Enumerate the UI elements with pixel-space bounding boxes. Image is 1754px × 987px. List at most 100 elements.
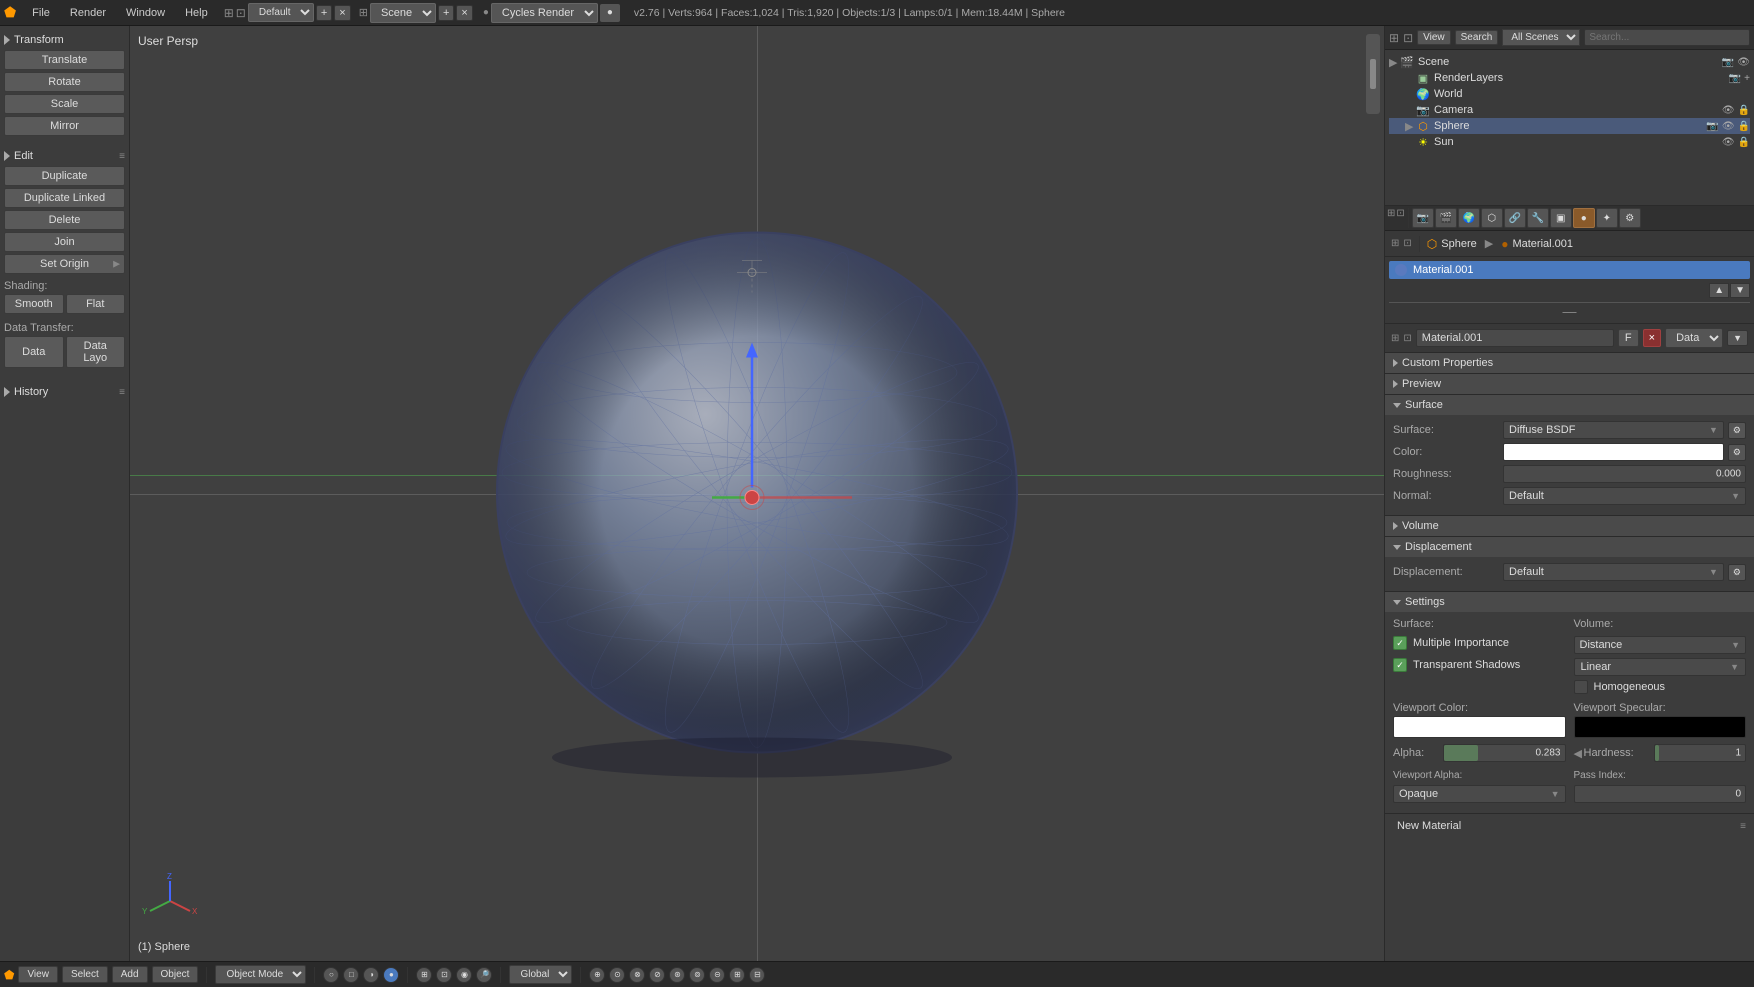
mat-f-button[interactable]: F <box>1618 329 1639 347</box>
select-menu-btn[interactable]: Select <box>62 966 108 983</box>
viewport-alpha-value[interactable]: Opaque <box>1393 785 1566 803</box>
outliner-search-btn[interactable]: Search <box>1455 30 1499 45</box>
set-origin-button[interactable]: Set Origin ▶ <box>4 254 125 274</box>
physics-props-btn[interactable]: ⚙ <box>1619 208 1641 228</box>
transform-header[interactable]: Transform <box>4 34 125 46</box>
data-button[interactable]: Data <box>4 336 64 368</box>
shading-tex-btn[interactable]: ◑ <box>363 967 379 983</box>
join-button[interactable]: Join <box>4 232 125 252</box>
viewport-color-box[interactable] <box>1393 716 1566 738</box>
workspace-close[interactable]: × <box>334 5 350 21</box>
hardness-slider[interactable]: 1 <box>1654 744 1747 762</box>
viewport-specular-box[interactable] <box>1574 716 1747 738</box>
alpha-slider[interactable]: 0.283 <box>1443 744 1566 762</box>
homogeneous-checkbox[interactable] <box>1574 680 1588 694</box>
scene-selector[interactable]: Scene <box>370 3 436 23</box>
overlay-btn2[interactable]: ⊡ <box>436 967 452 983</box>
shading-mat-btn[interactable]: ● <box>383 967 399 983</box>
overlay-btn4[interactable]: 🔎 <box>476 967 492 983</box>
linear-value[interactable]: Linear ▼ <box>1574 658 1747 676</box>
mat-data-select[interactable]: Data <box>1665 328 1723 348</box>
snap-btn8[interactable]: ⊞ <box>729 967 745 983</box>
snap-btn7[interactable]: ⊝ <box>709 967 725 983</box>
tree-item-camera[interactable]: 📷 Camera 👁 🔒 <box>1389 102 1750 118</box>
snap-btn1[interactable]: ⊕ <box>589 967 605 983</box>
menu-render[interactable]: Render <box>62 5 114 21</box>
snap-btn5[interactable]: ⊛ <box>669 967 685 983</box>
object-props-btn[interactable]: ⬡ <box>1481 208 1503 228</box>
material-list-item[interactable]: Material.001 <box>1389 261 1750 279</box>
snap-btn2[interactable]: ⊙ <box>609 967 625 983</box>
history-header[interactable]: History ≡ <box>4 386 125 398</box>
multiple-importance-checkbox[interactable] <box>1393 636 1407 650</box>
modifier-props-btn[interactable]: 🔧 <box>1527 208 1549 228</box>
data-layo-button[interactable]: Data Layo <box>66 336 126 368</box>
breadcrumb-sphere-name[interactable]: Sphere <box>1441 238 1476 250</box>
mat-x-button[interactable]: × <box>1643 329 1661 347</box>
mat-list-scroll-down[interactable]: ▼ <box>1730 283 1750 298</box>
new-material-header[interactable]: New Material ≡ <box>1393 820 1746 832</box>
flat-button[interactable]: Flat <box>66 294 126 314</box>
menu-window[interactable]: Window <box>118 5 173 21</box>
snap-btn6[interactable]: ⊚ <box>689 967 705 983</box>
object-menu-btn[interactable]: Object <box>152 966 199 983</box>
new-mat-menu[interactable]: ≡ <box>1740 821 1746 832</box>
smooth-button[interactable]: Smooth <box>4 294 64 314</box>
snap-btn3[interactable]: ⊗ <box>629 967 645 983</box>
material-props-btn[interactable]: ● <box>1573 208 1595 228</box>
surface-type-value[interactable]: Diffuse BSDF <box>1503 421 1724 439</box>
volume-header[interactable]: Volume <box>1385 516 1754 536</box>
menu-help[interactable]: Help <box>177 5 216 21</box>
data-props-btn[interactable]: ▣ <box>1550 208 1572 228</box>
outliner-view-btn[interactable]: View <box>1417 30 1451 45</box>
particles-props-btn[interactable]: ✦ <box>1596 208 1618 228</box>
history-menu-icon[interactable]: ≡ <box>119 387 125 398</box>
displacement-header[interactable]: Displacement <box>1385 537 1754 557</box>
normal-value[interactable]: Default <box>1503 487 1746 505</box>
surface-settings-icon[interactable]: ⚙ <box>1728 422 1746 439</box>
mat-arrow-btn[interactable]: ▼ <box>1727 330 1748 346</box>
color-value[interactable] <box>1503 443 1724 461</box>
tree-item-renderlayers[interactable]: ▣ RenderLayers 📷 + <box>1389 70 1750 86</box>
render-engine[interactable]: Cycles Render <box>491 3 598 23</box>
rotate-button[interactable]: Rotate <box>4 72 125 92</box>
viewport[interactable]: User Persp <box>130 26 1384 961</box>
world-props-btn[interactable]: 🌍 <box>1458 208 1480 228</box>
shading-solid-btn[interactable]: ○ <box>323 967 339 983</box>
settings-header[interactable]: Settings <box>1385 592 1754 612</box>
outliner-dropdown[interactable]: All Scenes <box>1502 29 1580 46</box>
add-menu-btn[interactable]: Add <box>112 966 148 983</box>
breadcrumb-mat-name[interactable]: Material.001 <box>1512 238 1573 250</box>
scene-props-btn[interactable]: 🎬 <box>1435 208 1457 228</box>
edit-menu-icon[interactable]: ≡ <box>119 151 125 162</box>
workspace-selector[interactable]: Default <box>248 3 314 22</box>
tree-item-sun[interactable]: ☀ Sun 👁 🔒 <box>1389 134 1750 150</box>
tree-item-world[interactable]: 🌍 World <box>1389 86 1750 102</box>
mode-selector[interactable]: Object Mode <box>215 965 306 984</box>
menu-file[interactable]: File <box>24 5 58 21</box>
disp-settings-icon[interactable]: ⚙ <box>1728 564 1746 581</box>
overlay-btn3[interactable]: ◉ <box>456 967 472 983</box>
custom-props-header[interactable]: Custom Properties <box>1385 353 1754 373</box>
snap-btn9[interactable]: ⊟ <box>749 967 765 983</box>
displacement-value[interactable]: Default <box>1503 563 1724 581</box>
scale-button[interactable]: Scale <box>4 94 125 114</box>
surface-header[interactable]: Surface <box>1385 395 1754 415</box>
roughness-slider[interactable]: 0.000 <box>1503 465 1746 483</box>
delete-button[interactable]: Delete <box>4 210 125 230</box>
transparent-shadows-checkbox[interactable] <box>1393 658 1407 672</box>
color-settings-icon[interactable]: ⚙ <box>1728 444 1746 461</box>
mat-list-scroll-up[interactable]: ▲ <box>1709 283 1729 298</box>
shading-wire-btn[interactable]: □ <box>343 967 359 983</box>
render-props-btn[interactable]: 📷 <box>1412 208 1434 228</box>
pass-index-slider[interactable]: 0 <box>1574 785 1747 803</box>
workspace-add[interactable]: + <box>316 5 332 21</box>
view-menu-btn[interactable]: View <box>18 966 58 983</box>
snap-btn4[interactable]: ⊘ <box>649 967 665 983</box>
edit-header[interactable]: Edit ≡ <box>4 150 125 162</box>
tree-item-sphere[interactable]: ▶ ⬡ Sphere 📷 👁 🔒 <box>1389 118 1750 134</box>
duplicate-button[interactable]: Duplicate <box>4 166 125 186</box>
scene-close[interactable]: × <box>456 5 472 21</box>
constraint-props-btn[interactable]: 🔗 <box>1504 208 1526 228</box>
translate-button[interactable]: Translate <box>4 50 125 70</box>
